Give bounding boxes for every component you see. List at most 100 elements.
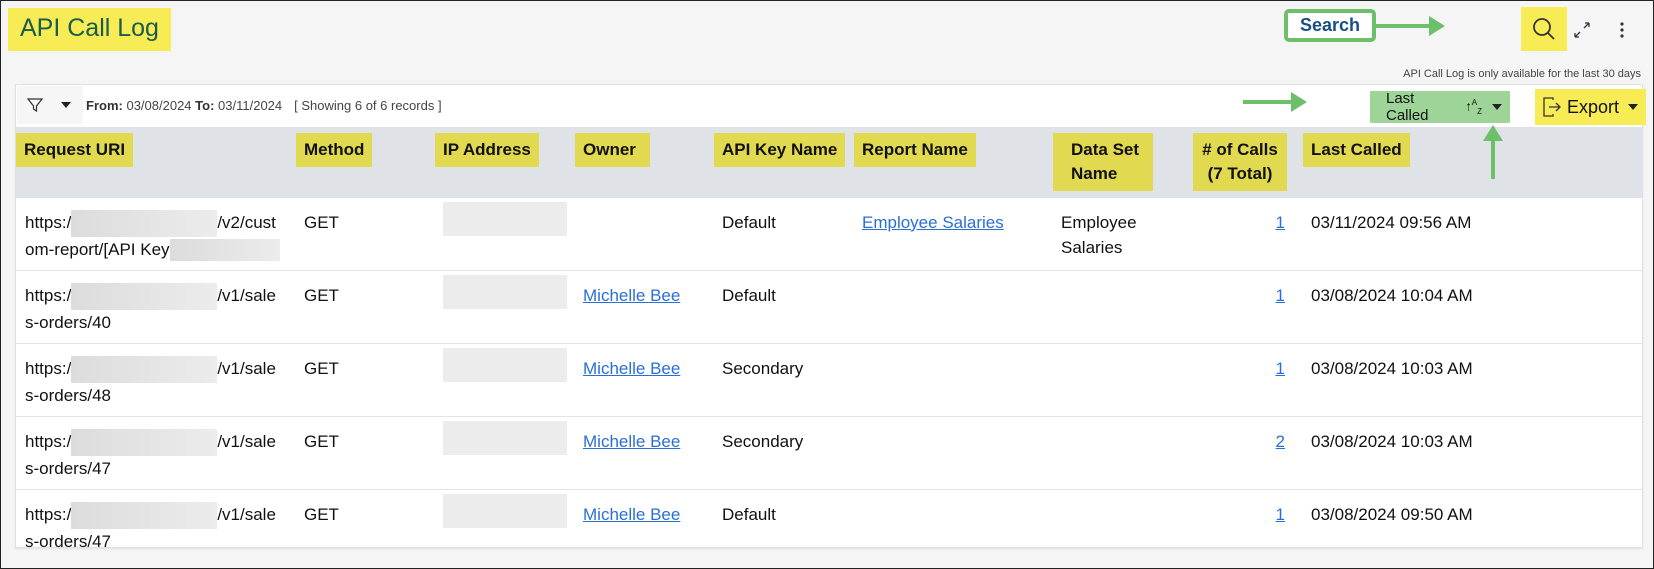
- header-number-of-calls[interactable]: # of Calls (7 Total): [1193, 127, 1303, 197]
- calls-link[interactable]: 1: [1276, 505, 1285, 524]
- ip-address-cell: [435, 342, 575, 417]
- table-header-row: Request URI Method IP Address Owner API …: [16, 127, 1642, 197]
- header-owner[interactable]: Owner: [575, 127, 714, 197]
- redacted-host: [71, 501, 218, 529]
- request-uri-cell: https://v1/sale s-orders/47: [16, 415, 296, 490]
- redacted-key: [169, 239, 280, 262]
- search-icon: [1533, 18, 1555, 40]
- redacted-host: [71, 282, 218, 310]
- request-uri-cell: https://v1/sale s-orders/48: [16, 342, 296, 417]
- api-key-name-cell: Secondary: [714, 342, 854, 417]
- export-dropdown-caret[interactable]: [1628, 104, 1638, 110]
- header-api-key-name[interactable]: API Key Name: [714, 127, 854, 197]
- redacted-ip: [443, 201, 567, 236]
- data-set-name-cell: [1053, 488, 1193, 562]
- redacted-ip: [443, 274, 567, 309]
- header-report-name[interactable]: Report Name: [854, 127, 1053, 197]
- sort-label: Last Called: [1386, 90, 1429, 124]
- owner-link[interactable]: Michelle Bee: [583, 505, 680, 524]
- method-cell: GET: [296, 342, 435, 417]
- api-key-name-cell: Default: [714, 196, 854, 271]
- from-label: From:: [86, 98, 123, 113]
- table-row[interactable]: https://v1/sale s-orders/40 GET Michelle …: [16, 269, 1642, 344]
- owner-cell: Michelle Bee: [575, 415, 714, 490]
- api-call-table: Request URI Method IP Address Owner API …: [16, 127, 1642, 562]
- expand-button[interactable]: [1567, 15, 1597, 45]
- from-date: 03/08/2024: [126, 98, 192, 113]
- calls-cell: 1: [1193, 488, 1303, 562]
- sort-dropdown-caret[interactable]: [1492, 104, 1502, 110]
- request-uri-cell: https://v1/sale s-orders/40: [16, 269, 296, 344]
- filter-dropdown-caret[interactable]: [61, 102, 71, 108]
- ip-address-cell: [435, 415, 575, 490]
- table-row[interactable]: https://v1/sale s-orders/48 GET Michelle …: [16, 342, 1642, 417]
- owner-link[interactable]: Michelle Bee: [583, 432, 680, 451]
- report-name-cell: Employee Salaries: [854, 196, 1053, 271]
- report-link[interactable]: Employee Salaries: [862, 213, 1004, 232]
- table-row[interactable]: https://v2/cust om-report/[API Key GET De…: [16, 196, 1642, 271]
- calls-link[interactable]: 1: [1276, 286, 1285, 305]
- date-range: From: 03/08/2024 To: 03/11/2024 [ Showing…: [86, 98, 442, 113]
- owner-cell: Michelle Bee: [575, 342, 714, 417]
- data-set-name-cell: [1053, 269, 1193, 344]
- method-cell: GET: [296, 488, 435, 562]
- calls-cell: 1: [1193, 342, 1303, 417]
- api-key-name-cell: Default: [714, 269, 854, 344]
- data-set-name-cell: Employee Salaries: [1053, 196, 1193, 271]
- last-called-cell: 03/08/2024 09:50 AM: [1303, 488, 1642, 562]
- last-called-cell: 03/08/2024 10:04 AM: [1303, 269, 1642, 344]
- last-called-cell: 03/08/2024 10:03 AM: [1303, 342, 1642, 417]
- record-count: [ Showing 6 of 6 records ]: [294, 98, 442, 113]
- search-button[interactable]: [1521, 7, 1567, 51]
- header-method[interactable]: Method: [296, 127, 435, 197]
- page-title: API Call Log: [8, 8, 171, 51]
- owner-cell: [575, 196, 714, 271]
- sort-options-button[interactable]: Last Called ↑AZ: [1370, 90, 1510, 124]
- owner-link[interactable]: Michelle Bee: [583, 359, 680, 378]
- export-icon: [1543, 97, 1561, 117]
- ip-address-cell: [435, 488, 575, 562]
- method-cell: GET: [296, 196, 435, 271]
- search-callout-arrow: [1376, 16, 1445, 36]
- header-request-uri[interactable]: Request URI: [16, 127, 296, 197]
- redacted-ip: [443, 347, 567, 382]
- report-name-cell: [854, 269, 1053, 344]
- header-ip-address[interactable]: IP Address: [435, 127, 575, 197]
- export-label: Export: [1567, 96, 1620, 117]
- report-name-cell: [854, 342, 1053, 417]
- data-set-name-cell: [1053, 415, 1193, 490]
- header-last-called[interactable]: Last Called: [1303, 127, 1642, 197]
- api-log-panel: From: 03/08/2024 To: 03/11/2024 [ Showing…: [15, 84, 1646, 562]
- ip-address-cell: [435, 269, 575, 344]
- calls-link[interactable]: 1: [1276, 213, 1285, 232]
- calls-cell: 1: [1193, 196, 1303, 271]
- export-button[interactable]: Export: [1535, 89, 1646, 125]
- search-callout: Search: [1284, 9, 1377, 42]
- availability-note: API Call Log is only available for the l…: [1403, 68, 1641, 80]
- toolbar: From: 03/08/2024 To: 03/11/2024 [ Showing…: [16, 85, 1646, 127]
- redacted-host: [71, 209, 218, 237]
- data-set-name-cell: [1053, 342, 1193, 417]
- header-data-set-name[interactable]: Data Set Name: [1053, 127, 1193, 197]
- method-cell: GET: [296, 415, 435, 490]
- calls-cell: 2: [1193, 415, 1303, 490]
- owner-cell: Michelle Bee: [575, 488, 714, 562]
- more-options-button[interactable]: [1607, 15, 1637, 45]
- table-row[interactable]: https://v1/sale s-orders/47 GET Michelle …: [16, 415, 1642, 490]
- more-vertical-icon: [1620, 22, 1624, 38]
- table-row[interactable]: https://v1/sale s-orders/47 GET Michelle …: [16, 488, 1642, 562]
- sort-az-icon: ↑AZ: [1465, 98, 1482, 116]
- owner-link[interactable]: Michelle Bee: [583, 286, 680, 305]
- redacted-ip: [443, 420, 567, 455]
- owner-cell: Michelle Bee: [575, 269, 714, 344]
- to-date: 03/11/2024: [218, 98, 283, 113]
- filter-icon: [27, 98, 43, 113]
- redacted-host: [71, 428, 218, 456]
- expand-icon: [1574, 22, 1590, 38]
- to-label: To:: [195, 98, 215, 113]
- calls-link[interactable]: 2: [1276, 432, 1285, 451]
- last-called-cell: 03/08/2024 10:03 AM: [1303, 415, 1642, 490]
- redacted-ip: [443, 493, 567, 528]
- calls-link[interactable]: 1: [1276, 359, 1285, 378]
- filter-button[interactable]: [17, 86, 83, 124]
